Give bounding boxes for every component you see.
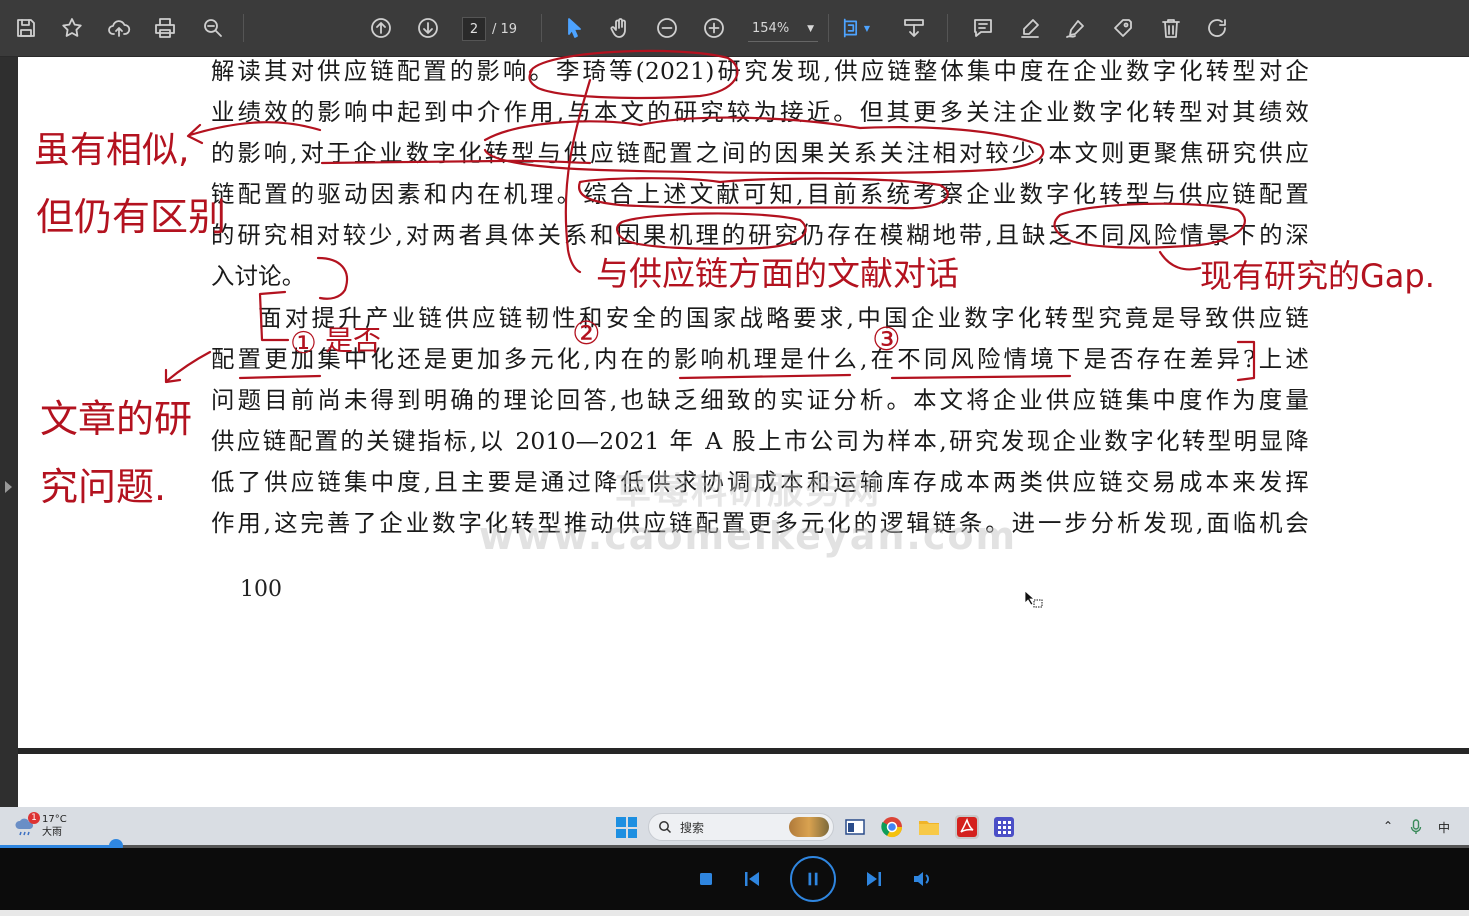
windows-taskbar: 1 17°C 大雨 搜索 ⌃ 中 xyxy=(0,807,1469,847)
scroll-mode-icon[interactable] xyxy=(899,13,929,43)
page-down-icon[interactable] xyxy=(413,13,443,43)
page-indicator: / 19 xyxy=(462,16,526,42)
save-icon[interactable] xyxy=(11,13,41,43)
page-up-icon[interactable] xyxy=(366,13,396,43)
paragraph-1: 解读其对供应链配置的影响。李琦等(2021)研究发现,供应链整体集中度在企业数字… xyxy=(211,57,1309,297)
mouse-pointer-icon xyxy=(1024,590,1043,608)
zoom-search-icon[interactable] xyxy=(198,13,228,43)
bookmark-star-icon[interactable] xyxy=(57,13,87,43)
text-line: 的研究相对较少,对两者具体关系和因果机理的研究仍存在模糊地带,且缺乏不同风险情景… xyxy=(211,221,1309,249)
stamp-icon[interactable] xyxy=(1108,13,1138,43)
page-total: / 19 xyxy=(492,21,518,37)
page-number: 100 xyxy=(240,577,282,602)
search-highlight-image xyxy=(789,817,829,837)
print-icon[interactable] xyxy=(150,13,180,43)
pause-icon xyxy=(808,872,818,886)
stop-icon[interactable] xyxy=(698,871,714,887)
delete-icon[interactable] xyxy=(1156,13,1186,43)
weather-desc: 大雨 xyxy=(42,827,62,838)
text-line: 问题目前尚未得到明确的理论回答,也缺乏细致的实证分析。本文将企业供应链集中度作为… xyxy=(211,386,1309,414)
weather-temp: 17°C xyxy=(42,814,67,825)
volume-icon[interactable] xyxy=(912,869,934,889)
taskbar-search[interactable]: 搜索 xyxy=(648,813,834,841)
pdf-page: 解读其对供应链配置的影响。李琦等(2021)研究发现,供应链整体集中度在企业数字… xyxy=(18,57,1469,748)
pdf-next-page xyxy=(18,754,1469,807)
notification-badge: 1 xyxy=(28,812,40,824)
previous-track-icon[interactable] xyxy=(742,869,762,889)
bottom-strip xyxy=(0,910,1469,916)
upload-cloud-icon[interactable] xyxy=(104,13,134,43)
chevron-down-icon: ▼ xyxy=(807,23,814,34)
expand-arrow-icon[interactable] xyxy=(5,481,12,493)
text-line: 业绩效的影响中起到中介作用,与本文的研究较为接近。但其更多关注企业数字化转型对其… xyxy=(211,98,1309,126)
app-grid-icon[interactable] xyxy=(992,815,1016,839)
folder-icon[interactable] xyxy=(917,815,941,839)
search-icon xyxy=(659,821,672,834)
file-explorer-window-icon[interactable] xyxy=(843,815,867,839)
text-line: 低了供应链集中度,且主要是通过降低供求协调成本和运输库存成本两类供应链交易成本来… xyxy=(211,468,1309,496)
text-line: 解读其对供应链配置的影响。李琦等(2021)研究发现,供应链整体集中度在企业数字… xyxy=(211,57,1309,85)
rotate-icon[interactable] xyxy=(1202,13,1232,43)
weather-widget[interactable]: 1 17°C 大雨 xyxy=(14,812,67,839)
hand-tool-icon[interactable] xyxy=(605,13,635,43)
paragraph-2: 面对提升产业链供应链韧性和安全的国家战略要求,中国企业数字化转型究竟是导致供应链… xyxy=(211,298,1309,544)
text-line: 作用,这完善了企业数字化转型推动供应链配置更多元化的逻辑链条。进一步分析发现,面… xyxy=(211,509,1309,537)
search-placeholder: 搜索 xyxy=(680,820,705,835)
pause-button[interactable] xyxy=(790,856,836,902)
draw-sign-icon[interactable] xyxy=(1061,13,1091,43)
next-track-icon[interactable] xyxy=(864,869,884,889)
text-line: 供应链配置的关键指标,以 2010—2021 年 A 股上市公司为样本,研究发现… xyxy=(211,427,1309,455)
zoom-out-icon[interactable] xyxy=(652,13,682,43)
text-line: 面对提升产业链供应链韧性和安全的国家战略要求,中国企业数字化转型究竟是导致供应链 xyxy=(258,304,1309,332)
text-line: 链配置的驱动因素和内在机理。综合上述文献可知,目前系统考察企业数字化转型与供应链… xyxy=(211,180,1309,208)
microphone-icon[interactable] xyxy=(1410,819,1422,838)
text-line: 配置更加集中化还是更加多元化,内在的影响机理是什么,在不同风险情境下是否存在差异… xyxy=(211,345,1309,373)
input-method-indicator[interactable]: 中 xyxy=(1438,819,1450,836)
tray-chevron-up-icon[interactable]: ⌃ xyxy=(1383,819,1393,833)
select-cursor-icon[interactable] xyxy=(559,13,589,43)
zoom-value: 154% xyxy=(752,21,790,36)
media-controls xyxy=(0,848,1469,910)
page-number-input[interactable] xyxy=(462,17,486,41)
zoom-in-icon[interactable] xyxy=(699,13,729,43)
windows-start-icon[interactable] xyxy=(616,817,637,838)
text-line: 的影响,对于企业数字化转型与供应链配置之间的因果关系关注相对较少,本文则更聚焦研… xyxy=(211,139,1309,167)
highlight-pen-icon[interactable] xyxy=(1015,13,1045,43)
pdf-toolbar: / 19 154% ▼ ▼ xyxy=(0,0,1469,57)
weather-cloud-rain-icon: 1 xyxy=(14,812,40,837)
text-line: 入讨论。 xyxy=(211,262,306,290)
comment-icon[interactable] xyxy=(968,13,998,43)
fit-page-icon[interactable]: ▼ xyxy=(840,13,870,43)
sidebar-toggle-strip[interactable] xyxy=(0,57,18,807)
acrobat-icon[interactable] xyxy=(955,815,979,839)
chrome-icon[interactable] xyxy=(880,815,904,839)
zoom-select[interactable]: 154% ▼ xyxy=(748,16,818,42)
